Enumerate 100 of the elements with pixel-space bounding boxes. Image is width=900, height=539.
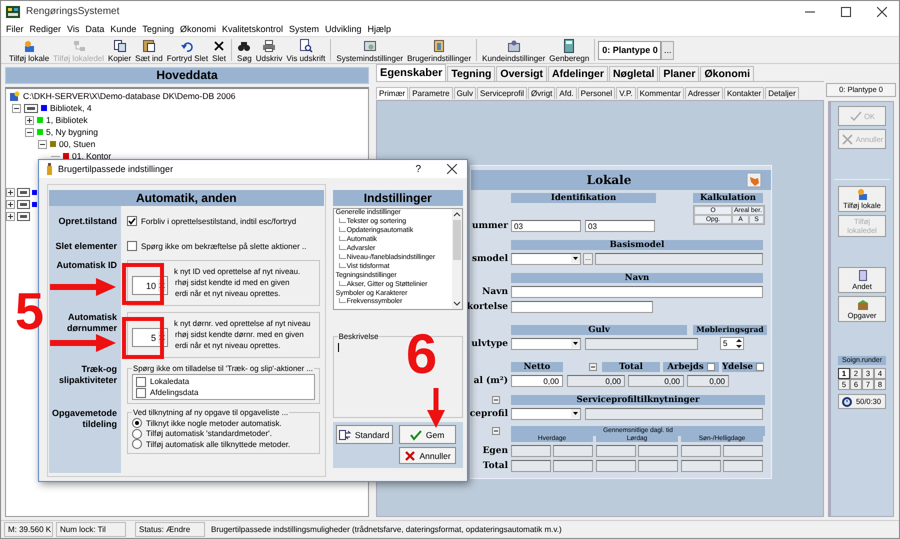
help-button[interactable]: ? bbox=[411, 164, 425, 174]
close-icon[interactable] bbox=[877, 6, 887, 16]
annotation-arrow bbox=[50, 334, 116, 352]
field-label: ummer bbox=[471, 220, 510, 230]
radio-button[interactable] bbox=[132, 428, 142, 439]
panel-title: Lokale bbox=[586, 173, 632, 187]
dropdown[interactable] bbox=[511, 252, 581, 264]
tab[interactable]: Parametre bbox=[409, 87, 453, 99]
close-icon[interactable] bbox=[447, 164, 457, 174]
menu-item[interactable]: Tegning bbox=[139, 24, 177, 34]
tab[interactable]: Oversigt bbox=[496, 66, 548, 81]
plant-type-field[interactable]: 0: Plantype 0 bbox=[598, 40, 662, 60]
menu-item[interactable]: Kunde bbox=[107, 24, 140, 34]
checkbox[interactable] bbox=[136, 388, 146, 398]
readonly-field bbox=[681, 444, 721, 456]
maximize-icon[interactable] bbox=[841, 6, 851, 16]
tab[interactable]: Egenskaber bbox=[376, 64, 446, 81]
expand-icon[interactable] bbox=[25, 116, 34, 124]
input-field[interactable]: 0,00 bbox=[511, 374, 563, 386]
app-icon bbox=[6, 6, 20, 18]
toolbar-button[interactable]: Fortryd Slet bbox=[164, 38, 210, 62]
toolbar-button[interactable]: Brugerindstillinger bbox=[405, 38, 474, 62]
tab[interactable]: Afdelinger bbox=[548, 66, 608, 81]
tree-item[interactable]: 5, Ny bygning bbox=[46, 127, 98, 137]
input-field[interactable] bbox=[511, 300, 653, 312]
collapse-icon[interactable] bbox=[38, 140, 47, 148]
tree-item[interactable]: 01, Kontor bbox=[72, 151, 112, 161]
tree-item[interactable]: Bibliotek, 4 bbox=[50, 103, 92, 113]
toolbar-button[interactable]: Slet bbox=[210, 38, 228, 62]
dropdown[interactable] bbox=[511, 408, 581, 420]
tab[interactable]: Kommentar bbox=[636, 87, 684, 99]
toolbar-button[interactable]: Søg bbox=[235, 38, 254, 62]
toolbar-button[interactable]: Tilføj lokale bbox=[7, 38, 52, 62]
radio-button[interactable] bbox=[132, 418, 142, 428]
tab[interactable]: Kontakter bbox=[724, 87, 764, 99]
radio-button[interactable] bbox=[132, 439, 142, 450]
option-label: Lokaledata bbox=[150, 377, 190, 386]
toolbar-button[interactable]: Genberegn bbox=[547, 38, 592, 62]
check-icon bbox=[410, 428, 422, 440]
menu-item[interactable]: Udvikling bbox=[322, 24, 365, 34]
number-spinner[interactable]: 5 bbox=[720, 337, 744, 350]
dialog-button[interactable]: Annuller bbox=[398, 447, 456, 464]
dialog-button[interactable]: Gem bbox=[398, 425, 456, 444]
tab[interactable]: Planer bbox=[659, 66, 700, 81]
checkbox[interactable] bbox=[127, 241, 137, 251]
readonly-field bbox=[596, 460, 636, 472]
tree-item[interactable]: 1, Bibliotek bbox=[46, 115, 88, 125]
tab[interactable]: Afd. bbox=[556, 87, 577, 99]
collapse-icon[interactable] bbox=[25, 128, 34, 136]
tab[interactable]: Tegning bbox=[447, 66, 496, 81]
input-field[interactable]: 03 bbox=[585, 220, 655, 232]
tree-item[interactable]: C:\DKH-SERVER\X\Demo-database DK\Demo-DB 2006 bbox=[23, 91, 236, 101]
toolbar-button[interactable]: Udskriv bbox=[254, 38, 284, 62]
checkbox[interactable] bbox=[136, 376, 146, 386]
text-cursor bbox=[338, 343, 339, 352]
menu-item[interactable]: Rediger bbox=[26, 24, 64, 34]
toolbar-button[interactable]: Systemindstillinger bbox=[334, 38, 406, 62]
tab[interactable]: Nøgletal bbox=[608, 66, 658, 81]
tab[interactable]: Primær bbox=[376, 87, 408, 99]
tab[interactable]: V.P. bbox=[616, 87, 636, 99]
expand-icon[interactable] bbox=[6, 188, 15, 196]
checkbox[interactable] bbox=[127, 216, 137, 226]
dialog-button[interactable]: Standard bbox=[336, 425, 393, 444]
menu-item[interactable]: Data bbox=[82, 24, 108, 34]
menu-item[interactable]: Vis bbox=[64, 24, 82, 34]
toolbar-button[interactable]: Kundeindstillinger bbox=[480, 38, 548, 62]
tree-item[interactable]: 00, Stuen bbox=[59, 139, 96, 149]
expand-icon[interactable] bbox=[6, 200, 15, 208]
scrollbar[interactable] bbox=[452, 209, 462, 309]
tab[interactable]: Personel bbox=[578, 87, 616, 99]
collapse-toggle-icon[interactable] bbox=[492, 427, 500, 435]
more-button[interactable]: ... bbox=[661, 40, 674, 60]
collapse-icon[interactable] bbox=[12, 104, 21, 112]
tab[interactable]: Øvrigt bbox=[528, 87, 556, 99]
status-text: M: 39.560 K bbox=[4, 522, 53, 537]
section-header: Netto bbox=[511, 362, 563, 372]
collapse-toggle-icon[interactable] bbox=[589, 363, 597, 371]
toolbar-button[interactable]: Vis udskrift bbox=[284, 38, 328, 62]
input-field[interactable] bbox=[511, 286, 763, 298]
delete-icon bbox=[212, 38, 226, 52]
input-field[interactable]: 03 bbox=[511, 220, 581, 232]
menu-item[interactable]: System bbox=[286, 24, 322, 34]
toolbar-button[interactable]: Kopier bbox=[106, 38, 134, 62]
collapse-toggle-icon[interactable] bbox=[492, 396, 500, 404]
menu-item[interactable]: Hjælp bbox=[364, 24, 394, 34]
tab[interactable]: Detaljer bbox=[765, 87, 799, 99]
dropdown-arrow-icon bbox=[571, 409, 580, 418]
readonly-field bbox=[553, 444, 593, 456]
tab[interactable]: Gulv bbox=[454, 87, 476, 99]
dropdown[interactable] bbox=[511, 338, 581, 350]
tab[interactable]: Serviceprofil bbox=[477, 87, 528, 99]
menu-item[interactable]: Filer bbox=[3, 24, 26, 34]
tab[interactable]: Adresser bbox=[684, 87, 723, 99]
tab[interactable]: Økonomi bbox=[700, 66, 754, 81]
dropdown-arrow-icon bbox=[571, 339, 580, 348]
toolbar-button[interactable]: Sæt ind bbox=[133, 38, 165, 62]
menu-item[interactable]: Kvalitetskontrol bbox=[218, 24, 286, 34]
menu-item[interactable]: Økonomi bbox=[176, 24, 219, 34]
section-header: Arbejds bbox=[663, 362, 719, 372]
expand-icon[interactable] bbox=[6, 212, 15, 220]
